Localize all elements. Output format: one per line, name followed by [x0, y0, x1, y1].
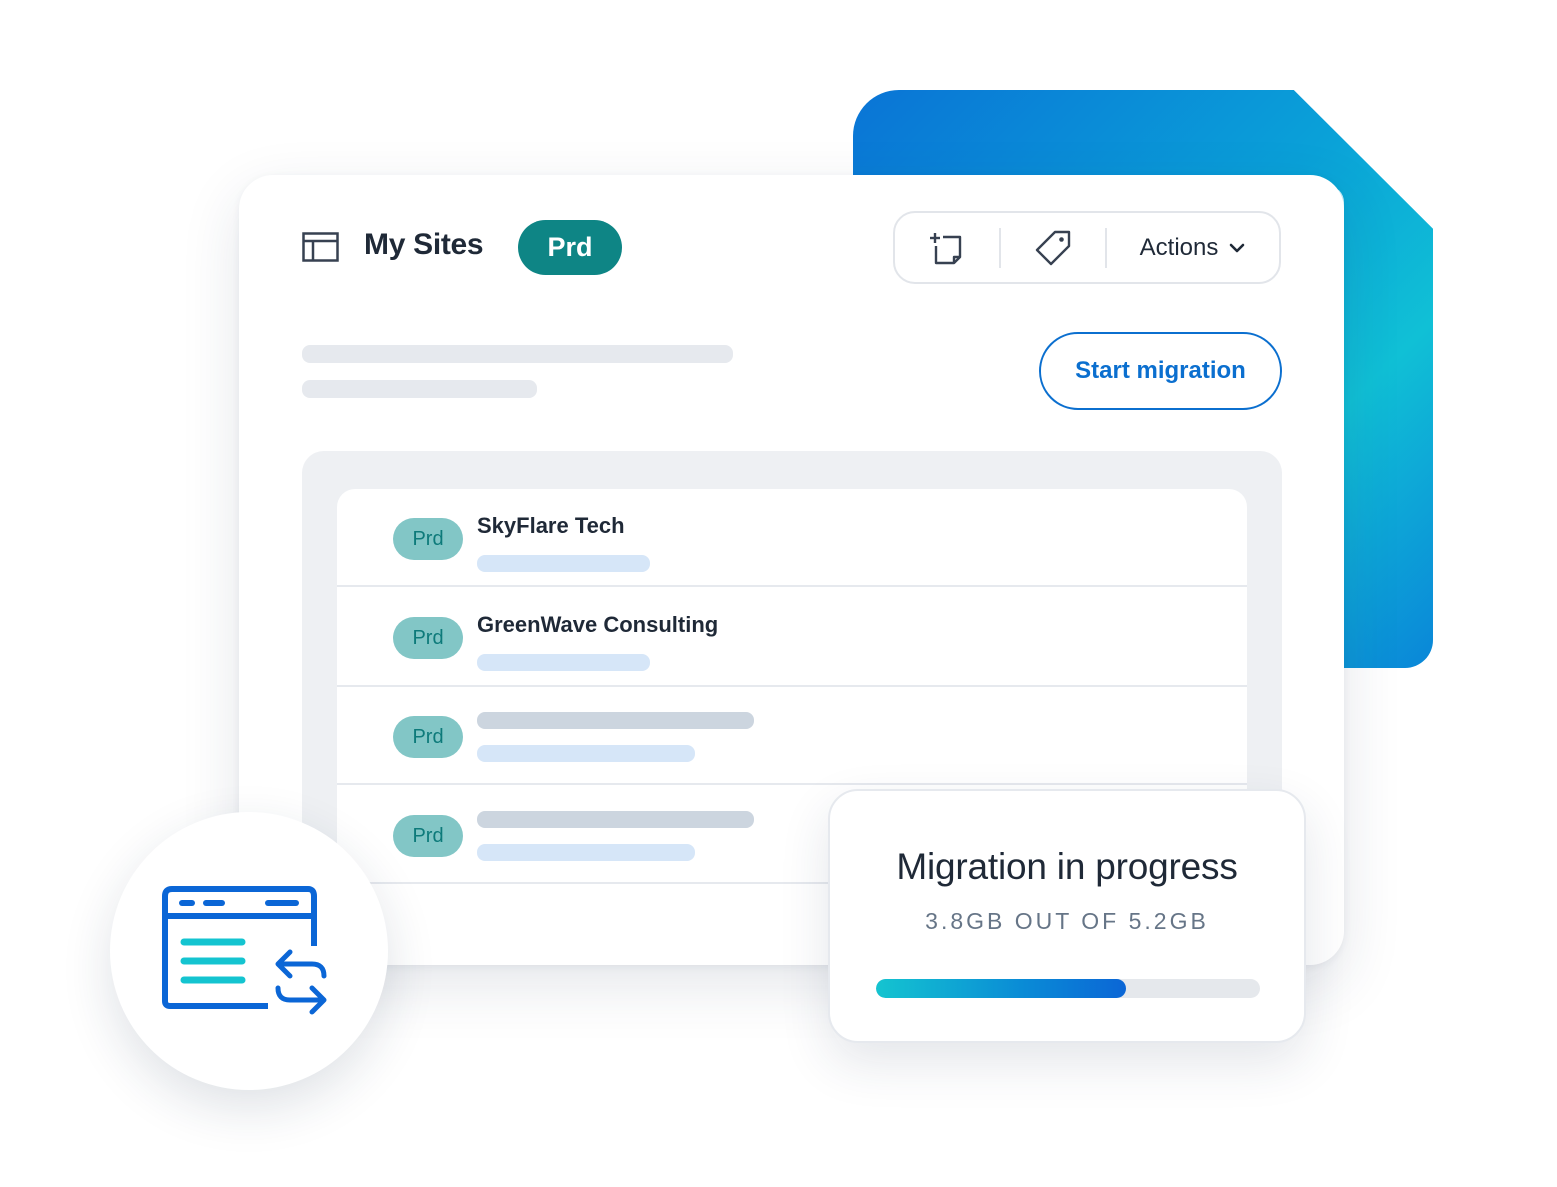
toolbar: Actions	[893, 211, 1281, 284]
browser-sync-icon	[162, 886, 327, 1015]
actions-dropdown[interactable]: Actions	[1107, 213, 1279, 282]
card-glass-edge	[1328, 186, 1344, 676]
site-window-icon	[302, 232, 339, 262]
site-name: GreenWave Consulting	[477, 612, 719, 637]
env-badge: Prd	[518, 220, 622, 275]
site-row[interactable]: Prd SkyFlare Tech	[337, 489, 1247, 587]
page-title: My Sites	[364, 228, 484, 261]
migration-progress-card: Migration in progress 3.8GB OUT OF 5.2GB	[828, 789, 1306, 1043]
start-migration-button[interactable]: Start migration	[1039, 332, 1282, 410]
description-placeholder-line	[302, 380, 537, 398]
env-badge: Prd	[393, 518, 463, 560]
site-url-placeholder	[477, 844, 695, 861]
migration-status: 3.8GB OUT OF 5.2GB	[925, 908, 1209, 934]
env-badge: Prd	[393, 815, 463, 857]
site-row[interactable]: Prd GreenWave Consulting	[337, 588, 1247, 687]
tag-button[interactable]	[1001, 213, 1105, 282]
migration-title: Migration in progress	[896, 846, 1238, 887]
site-url-placeholder	[477, 745, 695, 762]
site-url-placeholder	[477, 654, 650, 671]
tag-icon	[1035, 230, 1071, 265]
actions-label: Actions	[1139, 233, 1219, 261]
env-badge: Prd	[393, 617, 463, 659]
migration-progress-fill	[876, 979, 1126, 998]
description-placeholder-line	[302, 345, 733, 363]
add-page-icon	[930, 232, 962, 264]
site-url-placeholder	[477, 555, 650, 572]
site-name-placeholder	[477, 712, 754, 729]
site-name: SkyFlare Tech	[477, 513, 625, 538]
env-badge: Prd	[393, 716, 463, 758]
chevron-down-icon	[1230, 243, 1245, 252]
migration-icon-badge	[110, 812, 388, 1090]
migration-progress-bar	[876, 979, 1260, 998]
add-site-button[interactable]	[895, 213, 999, 282]
site-name-placeholder	[477, 811, 754, 828]
site-row[interactable]: Prd	[337, 687, 1247, 785]
